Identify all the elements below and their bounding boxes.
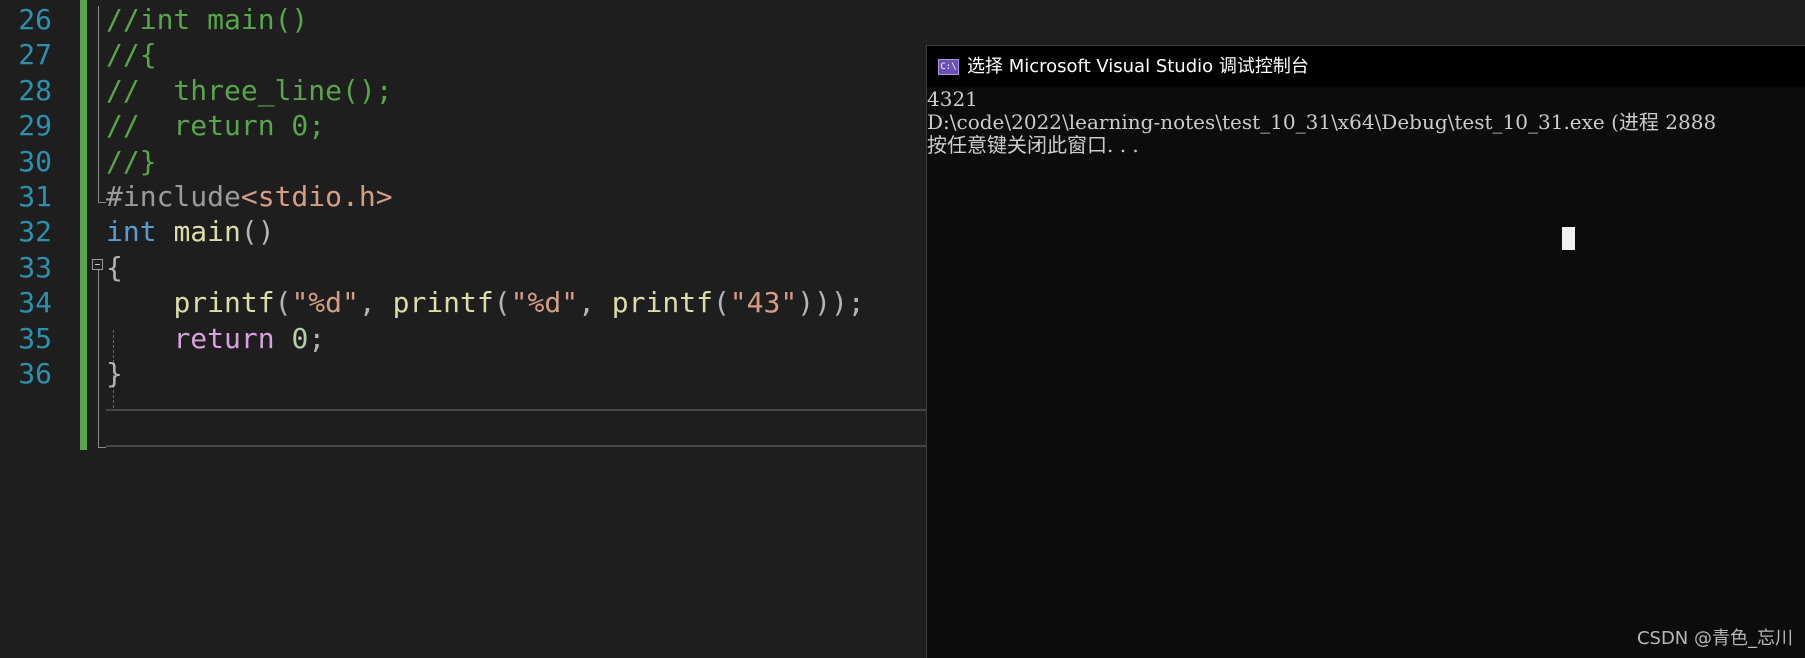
fold-outline-end [98,202,106,203]
text-cursor [1562,227,1575,250]
function-name: main [173,215,241,248]
code-line-26[interactable]: //int main() [106,0,308,40]
code-line-33[interactable]: { [106,248,123,288]
code-line-34[interactable]: printf("%d", printf("%d", printf("43")))… [106,283,865,323]
line-number: 27 [18,38,52,71]
console-app-icon: C:\ [938,59,959,75]
number-literal: 0 [291,322,309,355]
function-name: printf [611,286,713,319]
code-line-29[interactable]: // return 0; [106,106,325,146]
fold-outline [98,270,99,448]
line-number: 28 [18,74,52,107]
console-title-bar[interactable]: C:\ 选择 Microsoft Visual Studio 调试控制台 [927,46,1805,87]
line-number: 32 [18,215,52,248]
string-literal: "%d" [291,286,359,319]
string-literal: "43" [729,286,798,319]
string-literal: "%d" [510,286,579,319]
punctuation: ( [274,286,292,319]
watermark: CSDN @青色_忘川 [1636,628,1793,649]
console-window-title: 选择 Microsoft Visual Studio 调试控制台 [967,56,1309,77]
punctuation: ( [493,286,511,319]
code-line-31[interactable]: #include<stdio.h> [106,177,393,217]
return-keyword: return [173,322,275,355]
line-number: 35 [18,322,52,355]
brace: { [106,251,123,284]
comment: // return 0; [106,109,326,142]
code-line-27[interactable]: //{ [106,35,157,75]
code-line-35[interactable]: return 0; [106,319,325,359]
line-number: 26 [18,3,52,36]
function-name: printf [392,286,494,319]
line-number: 34 [18,286,52,319]
fold-outline [98,6,99,202]
debug-console-window[interactable]: C:\ 选择 Microsoft Visual Studio 调试控制台 432… [926,45,1805,658]
code-line-36[interactable]: } [106,354,123,394]
punctuation: ( [712,286,730,319]
punctuation: () [240,215,275,248]
console-output-line: 按任意键关闭此窗口. . . [927,133,1139,157]
type-keyword: int [106,215,157,248]
line-number: 29 [18,109,52,142]
punctuation: ; [308,322,326,355]
comment: // three_line(); [106,74,393,107]
comment: //} [106,145,157,178]
include-header: <stdio.h> [240,180,393,213]
console-output-line: D:\code\2022\learning-notes\test_10_31\x… [927,110,1717,134]
console-output-line: 4321 [927,87,978,111]
line-number: 30 [18,145,52,178]
comment: //int main() [106,3,309,36]
function-name: printf [173,286,275,319]
line-number: 33 [18,251,52,284]
code-line-30[interactable]: //} [106,142,157,182]
comment: //{ [106,38,157,71]
current-line-highlight [106,409,936,447]
change-marker [80,0,87,450]
punctuation: , [358,286,393,319]
code-line-32[interactable]: int main() [106,212,275,252]
code-line-28[interactable]: // three_line(); [106,71,393,111]
line-number: 36 [18,357,52,390]
console-output-area[interactable]: 4321 D:\code\2022\learning-notes\test_10… [927,87,1805,658]
brace: } [106,357,123,390]
preprocessor-directive: #include [106,180,241,213]
punctuation: , [578,286,612,319]
fold-collapse-icon[interactable] [92,259,103,270]
line-number: 31 [18,180,52,213]
punctuation: ))); [797,286,865,319]
fold-outline-end [98,447,106,448]
